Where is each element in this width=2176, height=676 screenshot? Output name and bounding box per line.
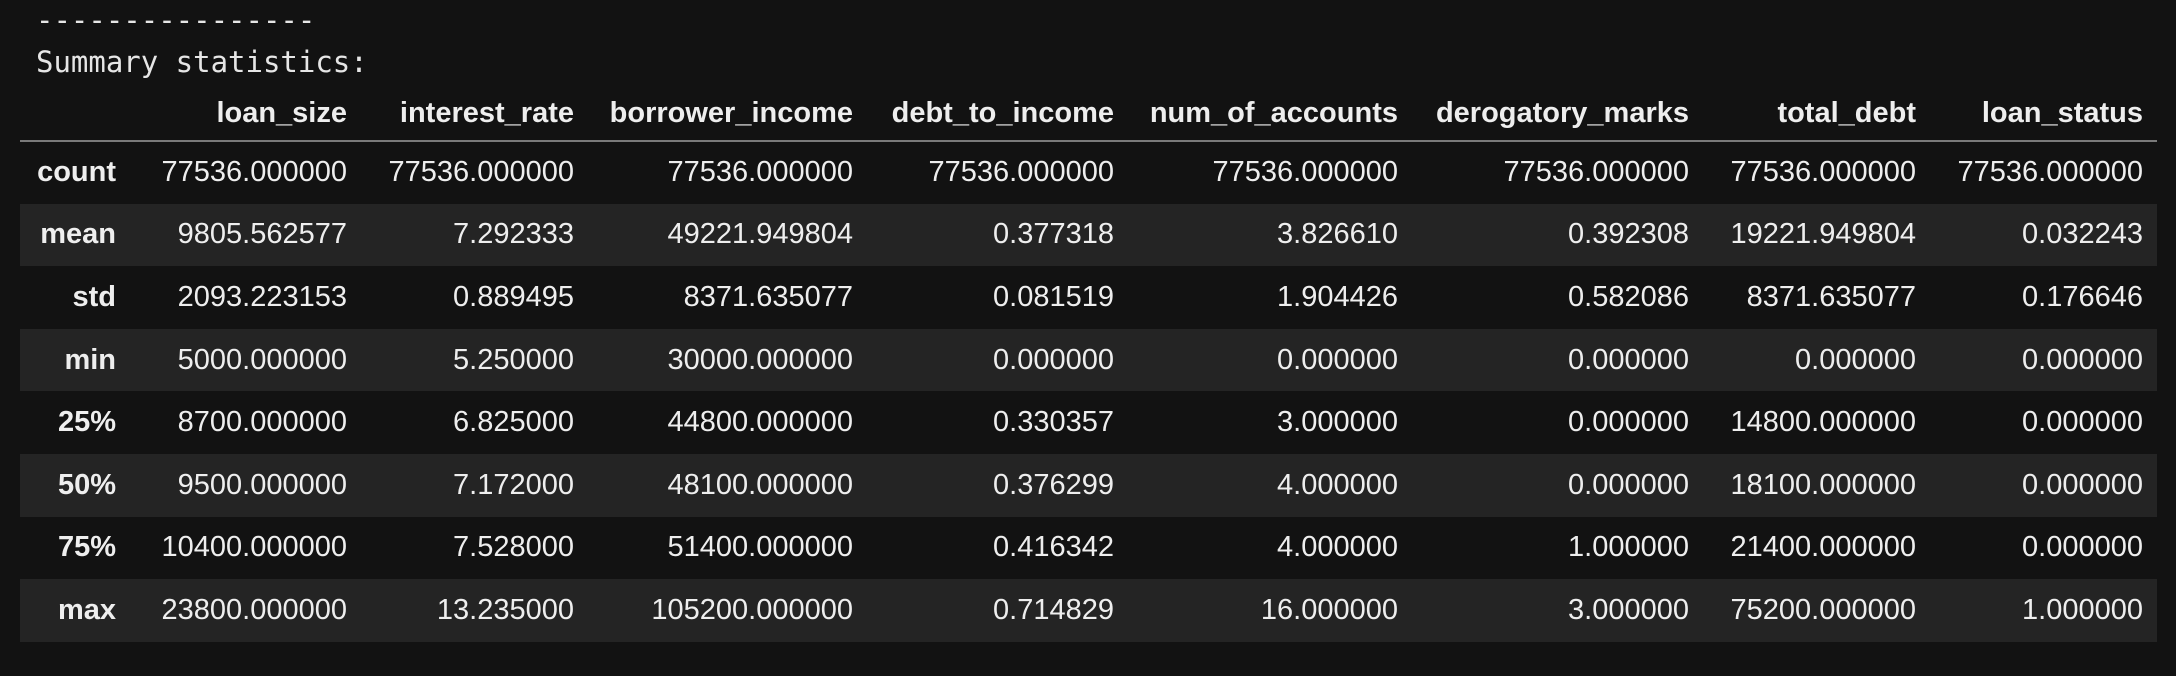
table-cell: 0.377318	[993, 218, 1114, 251]
table-cell: 49221.949804	[667, 218, 853, 251]
table-cell: 0.000000	[2022, 343, 2143, 376]
table-cell: 0.889495	[453, 280, 574, 313]
column-header-interest-rate: interest_rate	[361, 86, 588, 142]
table-cell: 0.000000	[1568, 406, 1689, 439]
table-cell: 30000.000000	[667, 343, 853, 376]
table-cell: 0.000000	[2022, 406, 2143, 439]
table-cell: 0.392308	[1568, 218, 1689, 251]
table-cell: 1.904426	[1277, 280, 1398, 313]
table-cell: 0.000000	[2022, 531, 2143, 564]
table-cell: 0.032243	[2022, 218, 2143, 251]
table-cell: 0.000000	[2022, 468, 2143, 501]
table-row: 75% 10400.000000 7.528000 51400.000000 0…	[20, 516, 2157, 580]
table-cell: 0.582086	[1568, 280, 1689, 313]
summary-table: loan_size interest_rate borrower_income …	[20, 86, 2157, 642]
table-cell: 5.250000	[453, 343, 574, 376]
table-cell: 9805.562577	[177, 218, 347, 251]
table-row: 50% 9500.000000 7.172000 48100.000000 0.…	[20, 453, 2157, 517]
table-cell: 48100.000000	[667, 468, 853, 501]
column-header-borrower-income: borrower_income	[588, 86, 867, 142]
column-header-num-of-accounts: num_of_accounts	[1128, 86, 1412, 142]
table-body: count 77536.000000 77536.000000 77536.00…	[20, 141, 2157, 642]
table-cell: 77536.000000	[388, 156, 574, 189]
cell-output: ---------------- Summary statistics: loa…	[0, 0, 2176, 676]
table-cell: 18100.000000	[1730, 468, 1916, 501]
table-cell: 105200.000000	[651, 593, 853, 626]
row-label: 75%	[57, 531, 116, 564]
table-cell: 0.330357	[993, 406, 1114, 439]
table-cell: 9500.000000	[177, 468, 347, 501]
table-row: count 77536.000000 77536.000000 77536.00…	[20, 141, 2157, 204]
table-cell: 19221.949804	[1730, 218, 1916, 251]
table-cell: 2093.223153	[177, 280, 347, 313]
table-cell: 3.826610	[1277, 218, 1398, 251]
table-cell: 77536.000000	[928, 156, 1114, 189]
table-row: std 2093.223153 0.889495 8371.635077 0.0…	[20, 266, 2157, 329]
table-cell: 23800.000000	[161, 593, 347, 626]
table-cell: 7.528000	[453, 531, 574, 564]
table-cell: 0.000000	[1795, 343, 1916, 376]
table-cell: 6.825000	[453, 406, 574, 439]
table-cell: 16.000000	[1260, 593, 1398, 626]
table-cell: 21400.000000	[1730, 531, 1916, 564]
table-cell: 4.000000	[1277, 531, 1398, 564]
table-cell: 1.000000	[2022, 593, 2143, 626]
column-header-loan-status: loan_status	[1930, 86, 2157, 142]
table-cell: 0.176646	[2022, 280, 2143, 313]
column-header-loan-size: loan_size	[130, 86, 361, 142]
row-label: mean	[40, 218, 116, 251]
table-cell: 0.000000	[1277, 343, 1398, 376]
table-cell: 77536.000000	[1730, 156, 1916, 189]
row-label: max	[57, 593, 116, 626]
table-cell: 3.000000	[1568, 593, 1689, 626]
table-cell: 7.172000	[453, 468, 574, 501]
table-cell: 8700.000000	[177, 406, 347, 439]
index-header	[20, 86, 130, 142]
row-label: 50%	[57, 468, 116, 501]
column-header-debt-to-income: debt_to_income	[867, 86, 1128, 142]
table-cell: 75200.000000	[1730, 593, 1916, 626]
table-cell: 0.376299	[993, 468, 1114, 501]
row-label: std	[72, 280, 117, 313]
table-cell: 7.292333	[453, 218, 574, 251]
table-cell: 77536.000000	[1503, 156, 1689, 189]
column-header-derogatory-marks: derogatory_marks	[1412, 86, 1703, 142]
row-label: min	[64, 343, 116, 376]
row-label: count	[37, 156, 116, 189]
divider-line: ----------------	[36, 3, 316, 37]
table-cell: 77536.000000	[1957, 156, 2143, 189]
table-cell: 77536.000000	[667, 156, 853, 189]
table-cell: 14800.000000	[1730, 406, 1916, 439]
table-cell: 77536.000000	[161, 156, 347, 189]
table-cell: 0.081519	[993, 280, 1114, 313]
table-row: max 23800.000000 13.235000 105200.000000…	[20, 579, 2157, 642]
table-cell: 44800.000000	[667, 406, 853, 439]
table-cell: 13.235000	[436, 593, 574, 626]
table-cell: 3.000000	[1277, 406, 1398, 439]
table-cell: 0.714829	[993, 593, 1114, 626]
table-cell: 77536.000000	[1212, 156, 1398, 189]
table-cell: 8371.635077	[683, 280, 853, 313]
table-cell: 5000.000000	[177, 343, 347, 376]
table-cell: 0.000000	[1568, 343, 1689, 376]
table-cell: 51400.000000	[667, 531, 853, 564]
row-label: 25%	[57, 406, 116, 439]
table-cell: 0.000000	[993, 343, 1114, 376]
table-cell: 0.416342	[993, 531, 1114, 564]
table-cell: 0.000000	[1568, 468, 1689, 501]
table-row: min 5000.000000 5.250000 30000.000000 0.…	[20, 328, 2157, 392]
table-cell: 1.000000	[1568, 531, 1689, 564]
table-cell: 4.000000	[1277, 468, 1398, 501]
header-row: loan_size interest_rate borrower_income …	[20, 86, 2157, 142]
summary-label: Summary statistics:	[36, 45, 368, 79]
table-cell: 8371.635077	[1746, 280, 1916, 313]
table-cell: 10400.000000	[161, 531, 347, 564]
column-header-total-debt: total_debt	[1703, 86, 1930, 142]
table-row: 25% 8700.000000 6.825000 44800.000000 0.…	[20, 391, 2157, 454]
table-row: mean 9805.562577 7.292333 49221.949804 0…	[20, 203, 2157, 267]
